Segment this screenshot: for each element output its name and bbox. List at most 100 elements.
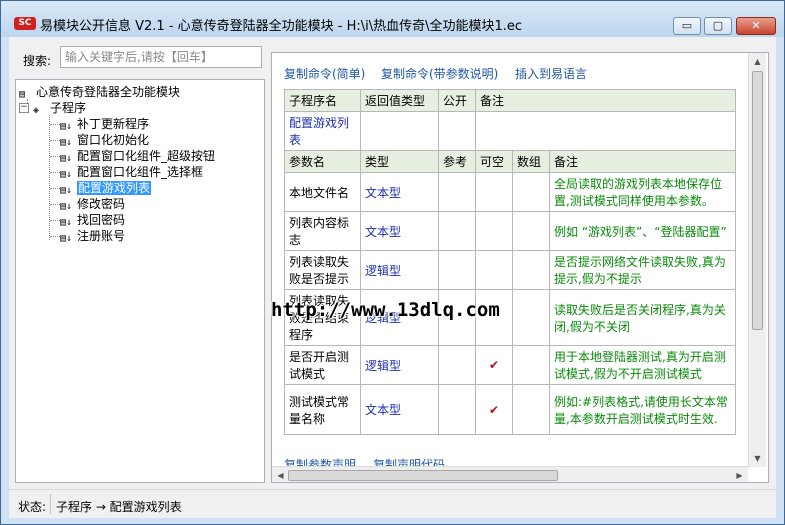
- subroutine-name-cell: 配置游戏列表: [284, 111, 361, 151]
- copy-command-params-link[interactable]: 复制命令(带参数说明): [381, 65, 498, 82]
- search-label: 搜索:: [23, 54, 52, 68]
- app-logo-icon: SC: [14, 17, 36, 30]
- module-tree[interactable]: ▤ 心意传奇登陆器全功能模块 − ◈ 子程序 ▤↓ 补丁更新程序 ▤↓ 窗口化初始化 ▤…: [15, 79, 265, 483]
- tree-line: [50, 204, 60, 205]
- tree-line: [50, 172, 60, 173]
- header-cell: 数组: [512, 150, 550, 173]
- tree-line: [50, 188, 60, 189]
- minimize-button[interactable]: ▭: [673, 17, 701, 35]
- param-nullable-cell: [475, 172, 513, 212]
- param-note-cell: 用于本地登陆器测试,真为开启测试模式,假为不开启测试模式: [549, 345, 736, 385]
- header-cell: 公开: [438, 89, 476, 112]
- scroll-right-arrow-icon[interactable]: ▶: [731, 467, 748, 482]
- param-array-cell: [512, 172, 550, 212]
- param-type-cell: 文本型: [360, 384, 439, 435]
- horizontal-scroll-thumb[interactable]: [288, 470, 558, 481]
- status-label: 状态:: [18, 500, 47, 514]
- param-name-cell: 测试模式常量名称: [284, 384, 361, 435]
- header-cell: 参数名: [284, 150, 361, 173]
- param-name-cell: 是否开启测试模式: [284, 345, 361, 385]
- tree-item-selected[interactable]: ▤↓ 配置游戏列表: [60, 180, 152, 196]
- search-input[interactable]: [60, 46, 262, 68]
- table-header-row: 参数名 类型 参考 可空 数组 备注: [284, 150, 736, 173]
- param-note-cell: 例如 “游戏列表”、“登陆器配置”: [549, 211, 736, 251]
- param-note-cell: 例如:#列表格式,请使用长文本常量,本参数开启测试模式时生效.: [549, 384, 736, 435]
- tree-item-label: 配置窗口化组件_超级按钮: [77, 149, 216, 163]
- tree-item[interactable]: ▤↓ 窗口化初始化: [60, 132, 149, 148]
- param-ref-cell: [438, 345, 476, 385]
- tree-root[interactable]: ▤ 心意传奇登陆器全功能模块: [19, 84, 180, 100]
- return-type-cell: [360, 111, 439, 151]
- param-name-cell: 列表内容标志: [284, 211, 361, 251]
- table-row: 列表内容标志 文本型 例如 “游戏列表”、“登陆器配置”: [284, 211, 736, 251]
- copy-command-simple-link[interactable]: 复制命令(简单): [284, 65, 365, 82]
- tree-item[interactable]: ▤↓ 补丁更新程序: [60, 116, 149, 132]
- status-bar: 状态: 子程序 → 配置游戏列表: [9, 489, 776, 518]
- table-header-row: 子程序名 返回值类型 公开 备注: [284, 89, 736, 112]
- table-row: 是否开启测试模式 逻辑型 ✔ 用于本地登陆器测试,真为开启测试模式,假为不开启测…: [284, 345, 736, 385]
- client-area: 搜索: ▤心意传奇登陆器全功能模块 − ◈ 子程序 ▤↓补丁更新程序: [9, 37, 776, 518]
- scroll-up-arrow-icon[interactable]: ▲: [749, 53, 766, 70]
- param-array-cell: [512, 345, 550, 385]
- tree-item[interactable]: ▤↓ 修改密码: [60, 196, 125, 212]
- tree-line: [50, 140, 60, 141]
- param-nullable-cell: [475, 211, 513, 251]
- tree-item[interactable]: ▤↓ 注册账号: [60, 228, 125, 244]
- param-type-cell: 逻辑型: [360, 250, 439, 290]
- tree-line: [50, 156, 60, 157]
- header-cell: 可空: [475, 150, 513, 173]
- collapse-icon[interactable]: −: [19, 103, 29, 113]
- table-row: 配置游戏列表: [284, 111, 736, 151]
- tree-item[interactable]: ▤↓ 配置窗口化组件_超级按钮: [60, 148, 215, 164]
- tree-item-label: 窗口化初始化: [77, 133, 150, 147]
- tree-line: [49, 115, 50, 240]
- scroll-left-arrow-icon[interactable]: ◀: [272, 467, 289, 482]
- table-row: 本地文件名 文本型 全局读取的游戏列表本地保存位置,测试模式同样使用本参数。: [284, 172, 736, 212]
- param-type-cell: 逻辑型: [360, 345, 439, 385]
- title-bar[interactable]: SC 易模块公开信息 V2.1 - 心意传奇登陆器全功能模块 - H:\i\热血…: [1, 1, 784, 37]
- horizontal-scrollbar[interactable]: ◀ ▶: [272, 466, 748, 482]
- param-note-cell: 全局读取的游戏列表本地保存位置,测试模式同样使用本参数。: [549, 172, 736, 212]
- param-ref-cell: [438, 211, 476, 251]
- header-cell: 类型: [360, 150, 439, 173]
- scroll-down-arrow-icon[interactable]: ▼: [749, 450, 766, 467]
- tree-line: [50, 124, 60, 125]
- tree-item-label: 修改密码: [77, 197, 126, 211]
- detail-panel: 复制命令(简单) 复制命令(带参数说明) 插入到易语言 子程序名 返回值类型 公…: [271, 52, 769, 483]
- tree-item-label: 配置游戏列表: [77, 181, 152, 195]
- param-nullable-cell: [475, 250, 513, 290]
- tree-line: [50, 236, 60, 237]
- window-title: 易模块公开信息 V2.1 - 心意传奇登陆器全功能模块 - H:\i\热血传奇\…: [40, 19, 523, 34]
- header-cell: 备注: [475, 89, 736, 112]
- status-text: 子程序 → 配置游戏列表: [56, 500, 182, 514]
- tree-item[interactable]: ▤↓ 找回密码: [60, 212, 125, 228]
- param-nullable-cell: ✔: [475, 345, 513, 385]
- watermark-text: http://www.13dlq.com: [271, 299, 500, 321]
- param-array-cell: [512, 211, 550, 251]
- tree-group-subroutines[interactable]: ◈ 子程序: [33, 100, 86, 116]
- insert-to-eplang-link[interactable]: 插入到易语言: [515, 65, 587, 82]
- param-nullable-cell: ✔: [475, 384, 513, 435]
- param-array-cell: [512, 384, 550, 435]
- param-ref-cell: [438, 172, 476, 212]
- param-array-cell: [512, 289, 550, 346]
- header-cell: 备注: [549, 150, 736, 173]
- param-name-cell: 本地文件名: [284, 172, 361, 212]
- param-name-cell: 列表读取失败是否提示: [284, 250, 361, 290]
- remark-cell: [475, 111, 736, 151]
- param-ref-cell: [438, 384, 476, 435]
- header-cell: 返回值类型: [360, 89, 439, 112]
- param-type-cell: 文本型: [360, 172, 439, 212]
- vertical-scrollbar[interactable]: ▲ ▼: [748, 53, 766, 467]
- table-row: 列表读取失败是否提示 逻辑型 是否提示网络文件读取失败,真为提示,假为不提示: [284, 250, 736, 290]
- tree-item[interactable]: ▤↓ 配置窗口化组件_选择框: [60, 164, 203, 180]
- param-note-cell: 是否提示网络文件读取失败,真为提示,假为不提示: [549, 250, 736, 290]
- param-note-cell: 读取失败后是否关闭程序,真为关闭,假为不关闭: [549, 289, 736, 346]
- vertical-scroll-thumb[interactable]: [752, 71, 763, 330]
- maximize-button[interactable]: ▢: [704, 17, 732, 35]
- folder-stack-icon: ◈: [33, 105, 40, 116]
- close-button[interactable]: ✕: [736, 17, 776, 35]
- tree-item-label: 注册账号: [77, 229, 126, 243]
- tree-item-label: 补丁更新程序: [77, 117, 150, 131]
- tree-group-label: 子程序: [50, 101, 87, 115]
